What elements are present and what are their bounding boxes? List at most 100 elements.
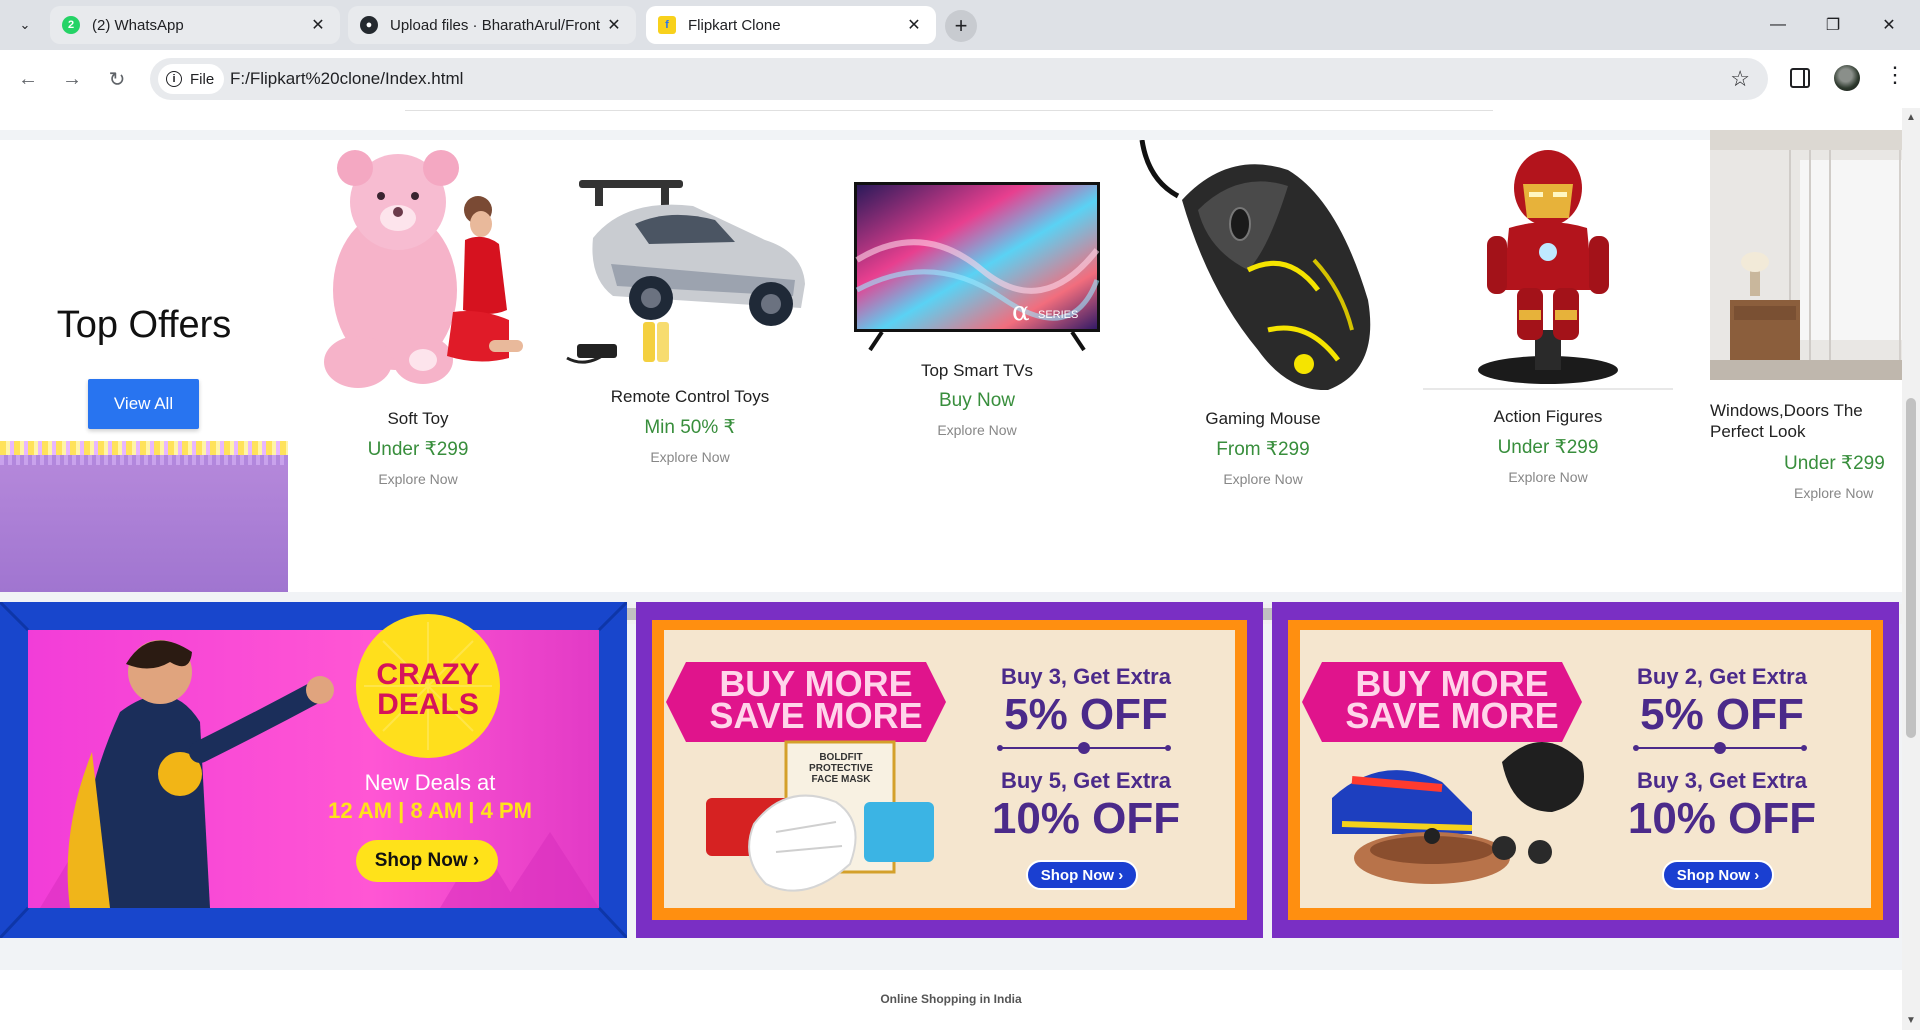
product-card[interactable]: Action Figures Under ₹299 Explore Now bbox=[1423, 140, 1673, 485]
close-tab-icon[interactable]: ✕ bbox=[904, 15, 924, 35]
bookmark-star-icon[interactable]: ☆ bbox=[1730, 66, 1750, 92]
back-arrow-icon[interactable]: ← bbox=[12, 63, 44, 95]
smart-tv-image: α SERIES bbox=[852, 180, 1102, 360]
shop-now-button[interactable]: Shop Now › bbox=[1026, 860, 1138, 890]
mask-box-brand: BOLDFIT bbox=[819, 752, 863, 763]
offer-1-value: 5% OFF bbox=[1004, 690, 1168, 739]
minimize-icon[interactable]: — bbox=[1755, 8, 1801, 42]
product-card[interactable]: α SERIES Top Smart TVs Buy Now Explore N… bbox=[852, 140, 1102, 438]
mask-box-text: PROTECTIVE FACE MASK bbox=[809, 763, 873, 785]
banner-subtitle: New Deals at bbox=[364, 770, 496, 795]
close-window-icon[interactable]: ✕ bbox=[1866, 8, 1912, 42]
side-panel-icon[interactable] bbox=[1790, 68, 1810, 88]
product-price: Buy Now bbox=[938, 390, 1016, 411]
section-decoration bbox=[0, 441, 288, 592]
view-all-button[interactable]: View All bbox=[88, 379, 199, 429]
gaming-mouse-image bbox=[1138, 140, 1388, 390]
crazy-deals-logo: CRAZY DEALS bbox=[356, 660, 500, 720]
action-figure-image bbox=[1423, 140, 1673, 390]
banner-title-bottom: SAVE MORE bbox=[709, 695, 923, 736]
top-offers-section: Top Offers View All Soft Toy Under ₹299 … bbox=[0, 130, 1920, 624]
teddy-bear-image bbox=[303, 140, 533, 390]
product-price: Under ₹299 bbox=[367, 439, 469, 460]
reload-icon[interactable]: ↻ bbox=[101, 63, 133, 95]
github-icon: ● bbox=[360, 16, 378, 34]
vertical-scrollbar[interactable]: ▲ ▼ bbox=[1902, 108, 1920, 1030]
offer-1-label: Buy 2, Get Extra bbox=[1637, 664, 1807, 689]
footer-heading: Online Shopping in India bbox=[880, 992, 1022, 1006]
footer-section: Online Shopping in India bbox=[0, 970, 1902, 1030]
explore-now-link[interactable]: Explore Now bbox=[852, 422, 1102, 438]
close-tab-icon[interactable]: ✕ bbox=[308, 15, 328, 35]
product-card[interactable]: Soft Toy Under ₹299 Explore Now bbox=[303, 140, 533, 487]
banner-title-bottom: SAVE MORE bbox=[1345, 695, 1559, 736]
top-offers-header: Top Offers View All bbox=[0, 140, 288, 592]
buy-more-save-more-banner-1[interactable]: BUY MORE SAVE MORE BOLDFIT PROTECTIVE FA… bbox=[636, 602, 1263, 938]
product-card[interactable]: Gaming Mouse From ₹299 Explore Now bbox=[1138, 140, 1388, 487]
tab-title: Flipkart Clone bbox=[688, 16, 781, 34]
explore-now-link[interactable]: Explore Now bbox=[565, 449, 815, 465]
explore-now-link[interactable]: Explore Now bbox=[303, 471, 533, 487]
banner-headline-bottom: DEALS bbox=[377, 688, 479, 721]
banner-headline-top: CRAZY bbox=[376, 658, 480, 691]
product-card[interactable]: Remote Control Toys Min 50% ₹ Explore No… bbox=[565, 140, 815, 465]
explore-now-link[interactable]: Explore Now bbox=[1138, 471, 1388, 487]
file-chip-label: File bbox=[190, 70, 215, 88]
offer-2-label: Buy 5, Get Extra bbox=[1001, 768, 1171, 793]
rc-car-image bbox=[565, 158, 815, 378]
mask-box-label: BOLDFIT PROTECTIVE FACE MASK bbox=[796, 752, 886, 785]
tab-github-upload[interactable]: ● Upload files · BharathArul/Front ✕ bbox=[348, 6, 636, 44]
banner-title: BUY MORE SAVE MORE bbox=[686, 666, 946, 736]
offer-2-label: Buy 3, Get Extra bbox=[1637, 768, 1807, 793]
shop-now-button[interactable]: Shop Now › bbox=[1662, 860, 1774, 890]
section-title: Top Offers bbox=[56, 304, 232, 346]
tab-title: (2) WhatsApp bbox=[92, 16, 184, 34]
product-price: Under ₹299 bbox=[1784, 453, 1885, 474]
explore-now-link[interactable]: Explore Now bbox=[1423, 469, 1673, 485]
tv-series-label: SERIES bbox=[1038, 309, 1078, 321]
profile-avatar[interactable] bbox=[1834, 65, 1860, 91]
product-name: Top Smart TVs bbox=[920, 361, 1034, 380]
flipkart-icon: f bbox=[658, 16, 676, 34]
scroll-down-icon[interactable]: ▼ bbox=[1906, 1015, 1916, 1026]
crazy-deals-banner[interactable]: CRAZY DEALS New Deals at 12 AM | 8 AM | … bbox=[0, 602, 627, 938]
whatsapp-icon: 2 bbox=[62, 16, 80, 34]
offer-1-value: 5% OFF bbox=[1640, 690, 1804, 739]
restore-icon[interactable]: ❐ bbox=[1810, 8, 1856, 42]
url-text[interactable]: F:/Flipkart%20clone/Index.html bbox=[230, 69, 463, 89]
product-price: From ₹299 bbox=[1216, 439, 1310, 460]
address-bar[interactable]: i File F:/Flipkart%20clone/Index.html ☆ bbox=[150, 58, 1768, 100]
product-name: Action Figures bbox=[1493, 407, 1603, 426]
tab-search-chevron-icon[interactable]: ⌄ bbox=[12, 12, 38, 38]
tab-title: Upload files · BharathArul/Front bbox=[390, 16, 601, 34]
banner-times: 12 AM | 8 AM | 4 PM bbox=[328, 798, 532, 823]
tab-flipkart-clone[interactable]: f Flipkart Clone ✕ bbox=[646, 6, 936, 44]
product-name: Windows,Doors The Perfect Look bbox=[1710, 401, 1863, 441]
menu-kebab-icon[interactable]: ⋮ bbox=[1884, 64, 1906, 86]
product-price: Under ₹299 bbox=[1497, 437, 1599, 458]
offer-2-value: 10% OFF bbox=[1627, 794, 1817, 843]
product-name: Remote Control Toys bbox=[610, 387, 770, 406]
product-name: Soft Toy bbox=[387, 409, 449, 428]
browser-toolbar: ← → ↻ i File F:/Flipkart%20clone/Index.h… bbox=[0, 50, 1920, 108]
scroll-up-icon[interactable]: ▲ bbox=[1906, 112, 1916, 123]
site-info-chip[interactable]: i File bbox=[158, 64, 225, 94]
banner-title: BUY MORE SAVE MORE bbox=[1322, 666, 1582, 736]
page-viewport: Top Offers View All Soft Toy Under ₹299 … bbox=[0, 108, 1920, 1030]
tab-whatsapp[interactable]: 2 (2) WhatsApp ✕ bbox=[50, 6, 340, 44]
tv-alpha-badge: α bbox=[1012, 297, 1030, 327]
forward-arrow-icon[interactable]: → bbox=[56, 63, 88, 95]
buy-more-save-more-banner-2[interactable]: BUY MORE SAVE MORE Buy 2, Get Extra 5% O… bbox=[1272, 602, 1899, 938]
product-name: Gaming Mouse bbox=[1205, 409, 1321, 428]
offer-1-label: Buy 3, Get Extra bbox=[1001, 664, 1171, 689]
scroll-thumb[interactable] bbox=[1906, 398, 1916, 738]
curtain-room-image bbox=[1710, 130, 1920, 380]
product-price: Min 50% ₹ bbox=[644, 417, 736, 438]
close-tab-icon[interactable]: ✕ bbox=[604, 15, 624, 35]
info-icon: i bbox=[166, 71, 182, 87]
new-tab-button[interactable]: + bbox=[945, 10, 977, 42]
tab-strip: ⌄ 2 (2) WhatsApp ✕ ● Upload files · Bhar… bbox=[0, 0, 1920, 50]
product-card[interactable]: Windows,Doors The Perfect Look Under ₹29… bbox=[1710, 130, 1920, 501]
offer-2-value: 10% OFF bbox=[991, 794, 1181, 843]
shop-now-button[interactable]: Shop Now › bbox=[356, 840, 498, 882]
